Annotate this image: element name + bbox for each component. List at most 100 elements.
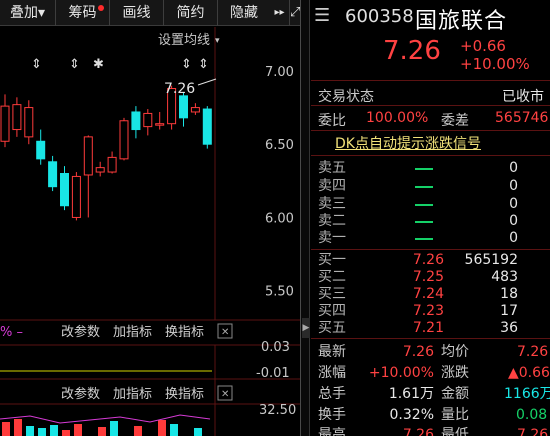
stat-row: 最新 7.26 均价 7.26 xyxy=(311,342,550,362)
ask-label: 卖五 xyxy=(318,160,346,176)
ma-setting-label[interactable]: 设置均线 xyxy=(158,33,210,48)
volume-bar xyxy=(38,428,46,436)
indicator1-switch-indicator-button[interactable]: 换指标 xyxy=(165,325,204,340)
bid-price: 7.23 xyxy=(412,303,444,319)
bid-row: 买五 7.21 36 xyxy=(311,320,550,336)
indicator1-edit-params-button[interactable]: 改参数 xyxy=(61,324,100,340)
price-axis-tick: 6.50 xyxy=(265,138,294,153)
indicator1-percent-label: % – xyxy=(0,325,23,340)
stat-label: 最新 xyxy=(318,344,346,360)
bid-row: 买一 7.26 565192 xyxy=(311,252,550,268)
candle-body[interactable] xyxy=(36,140,46,160)
ask-volume: 0 xyxy=(509,160,518,176)
ma-setting-arrow-icon[interactable]: ▾ xyxy=(215,36,220,46)
event-marker-icon[interactable]: ✱ xyxy=(93,57,104,72)
simple-mode-button[interactable]: 简约 xyxy=(164,0,218,26)
indicator2-ytick: 32.50 xyxy=(259,403,296,418)
weicha-value: 565746 xyxy=(495,110,549,126)
candle-body[interactable] xyxy=(71,175,81,218)
current-price: 7.26 xyxy=(383,36,441,66)
candle-body[interactable] xyxy=(83,136,93,176)
ask-row: 卖三 0 xyxy=(311,196,550,212)
bid-volume: 565192 xyxy=(464,252,518,268)
kline-chart-svg[interactable]: 7.00 6.50 6.00 5.50 设置均线 ▾ ⇕ ⇕ ✱ ⇕ ⇕ 7.26 %… xyxy=(0,27,300,436)
indicator2-edit-params-button[interactable]: 改参数 xyxy=(61,386,100,402)
stat-row: 最高 7.26 最低 7.26 xyxy=(311,425,550,436)
price-change-pct: +10.00% xyxy=(460,55,530,73)
simple-mode-label: 简约 xyxy=(176,5,205,21)
draw-line-button[interactable]: 画线 xyxy=(110,0,164,26)
collapse-arrow-icon[interactable]: ▶ xyxy=(302,318,310,338)
stat-value: 0.08 xyxy=(516,407,548,423)
stat-row: 总手 1.61万 金额 1166万 xyxy=(311,384,550,404)
bid-label: 买二 xyxy=(318,269,346,285)
candle-body[interactable] xyxy=(202,108,212,145)
kline-chart-area[interactable]: 7.00 6.50 6.00 5.50 设置均线 ▾ ⇕ ⇕ ✱ ⇕ ⇕ 7.26 %… xyxy=(0,27,300,436)
stat-value: +10.00% xyxy=(368,365,434,381)
price-axis-tick: 6.00 xyxy=(265,211,294,226)
candle-body[interactable] xyxy=(0,105,10,142)
volume-bar xyxy=(2,422,10,436)
indicator2-switch-indicator-button[interactable]: 换指标 xyxy=(165,387,204,402)
ask-volume: 0 xyxy=(509,178,518,194)
notification-dot xyxy=(98,5,104,11)
candle-body[interactable] xyxy=(131,111,141,131)
stat-value: 7.26 xyxy=(402,427,434,436)
expand-icon[interactable]: ⤢ xyxy=(290,0,300,26)
candle-body[interactable] xyxy=(48,161,58,188)
bid-price: 7.24 xyxy=(412,286,444,302)
indicator2-add-indicator-button[interactable]: 加指标 xyxy=(113,387,152,402)
candle-body[interactable] xyxy=(179,95,188,119)
dk-signal-banner-link[interactable]: DK点自动提示涨跌信号 xyxy=(335,133,481,153)
volume-bar xyxy=(110,421,118,436)
stat-label: 均价 xyxy=(441,344,469,360)
stat-label: 金额 xyxy=(441,386,469,402)
chart-toolbar: 叠加▾ 筹码 画线 简约 隐藏 ▸▸ ⤢ xyxy=(0,0,300,26)
bid-row: 买三 7.24 18 xyxy=(311,286,550,302)
hide-button[interactable]: 隐藏 xyxy=(218,0,270,26)
chip-distribution-button[interactable]: 筹码 xyxy=(56,0,110,26)
candle-body[interactable] xyxy=(155,123,165,126)
candle-body[interactable] xyxy=(95,167,105,173)
candle-body[interactable] xyxy=(24,107,34,138)
ask-row: 卖五 0 xyxy=(311,160,550,176)
stat-value: 7.26 xyxy=(517,427,549,436)
bid-volume: 18 xyxy=(500,286,518,302)
candle-body[interactable] xyxy=(107,156,117,173)
volume-bar xyxy=(170,424,178,436)
bid-row: 买二 7.25 483 xyxy=(311,269,550,285)
stat-value: 1166万 xyxy=(504,386,550,402)
ask-price-dash xyxy=(415,168,433,170)
event-marker-icon[interactable]: ⇕ xyxy=(69,57,80,72)
stat-value: 7.26 xyxy=(517,344,549,360)
ask-price-dash xyxy=(415,204,433,206)
candle-body[interactable] xyxy=(60,173,69,207)
bid-volume: 36 xyxy=(500,320,518,336)
candle-body[interactable] xyxy=(12,104,22,131)
stat-label: 量比 xyxy=(441,407,469,423)
volume-bar xyxy=(62,430,70,436)
trade-status-value: 已收市 xyxy=(502,89,544,105)
indicator1-add-indicator-button[interactable]: 加指标 xyxy=(113,325,152,340)
event-marker-icon[interactable]: ⇕ xyxy=(198,57,209,72)
menu-icon[interactable]: ☰ xyxy=(314,5,330,26)
weibi-value: 100.00% xyxy=(366,110,429,126)
event-marker-icon[interactable]: ⇕ xyxy=(181,57,192,72)
collapse-strip[interactable] xyxy=(301,0,310,436)
price-axis-tick: 5.50 xyxy=(265,285,294,300)
indicator2-close-icon[interactable]: ✕ xyxy=(221,389,229,400)
event-marker-icon[interactable]: ⇕ xyxy=(31,57,42,72)
ask-volume: 0 xyxy=(509,213,518,229)
hide-button-label: 隐藏 xyxy=(230,5,258,21)
candle-body[interactable] xyxy=(143,112,153,128)
more-arrows-icon[interactable]: ▸▸ xyxy=(270,0,290,26)
indicator1-close-icon[interactable]: ✕ xyxy=(221,327,229,338)
bid-volume: 17 xyxy=(500,303,518,319)
volume-bar xyxy=(74,424,82,436)
overlay-button[interactable]: 叠加▾ xyxy=(0,0,56,26)
overlay-button-label: 叠加▾ xyxy=(9,5,46,21)
ask-label: 卖三 xyxy=(318,196,346,212)
candle-body[interactable] xyxy=(119,120,129,160)
candle-body[interactable] xyxy=(190,107,200,113)
last-price-annotation: 7.26 xyxy=(164,81,195,97)
